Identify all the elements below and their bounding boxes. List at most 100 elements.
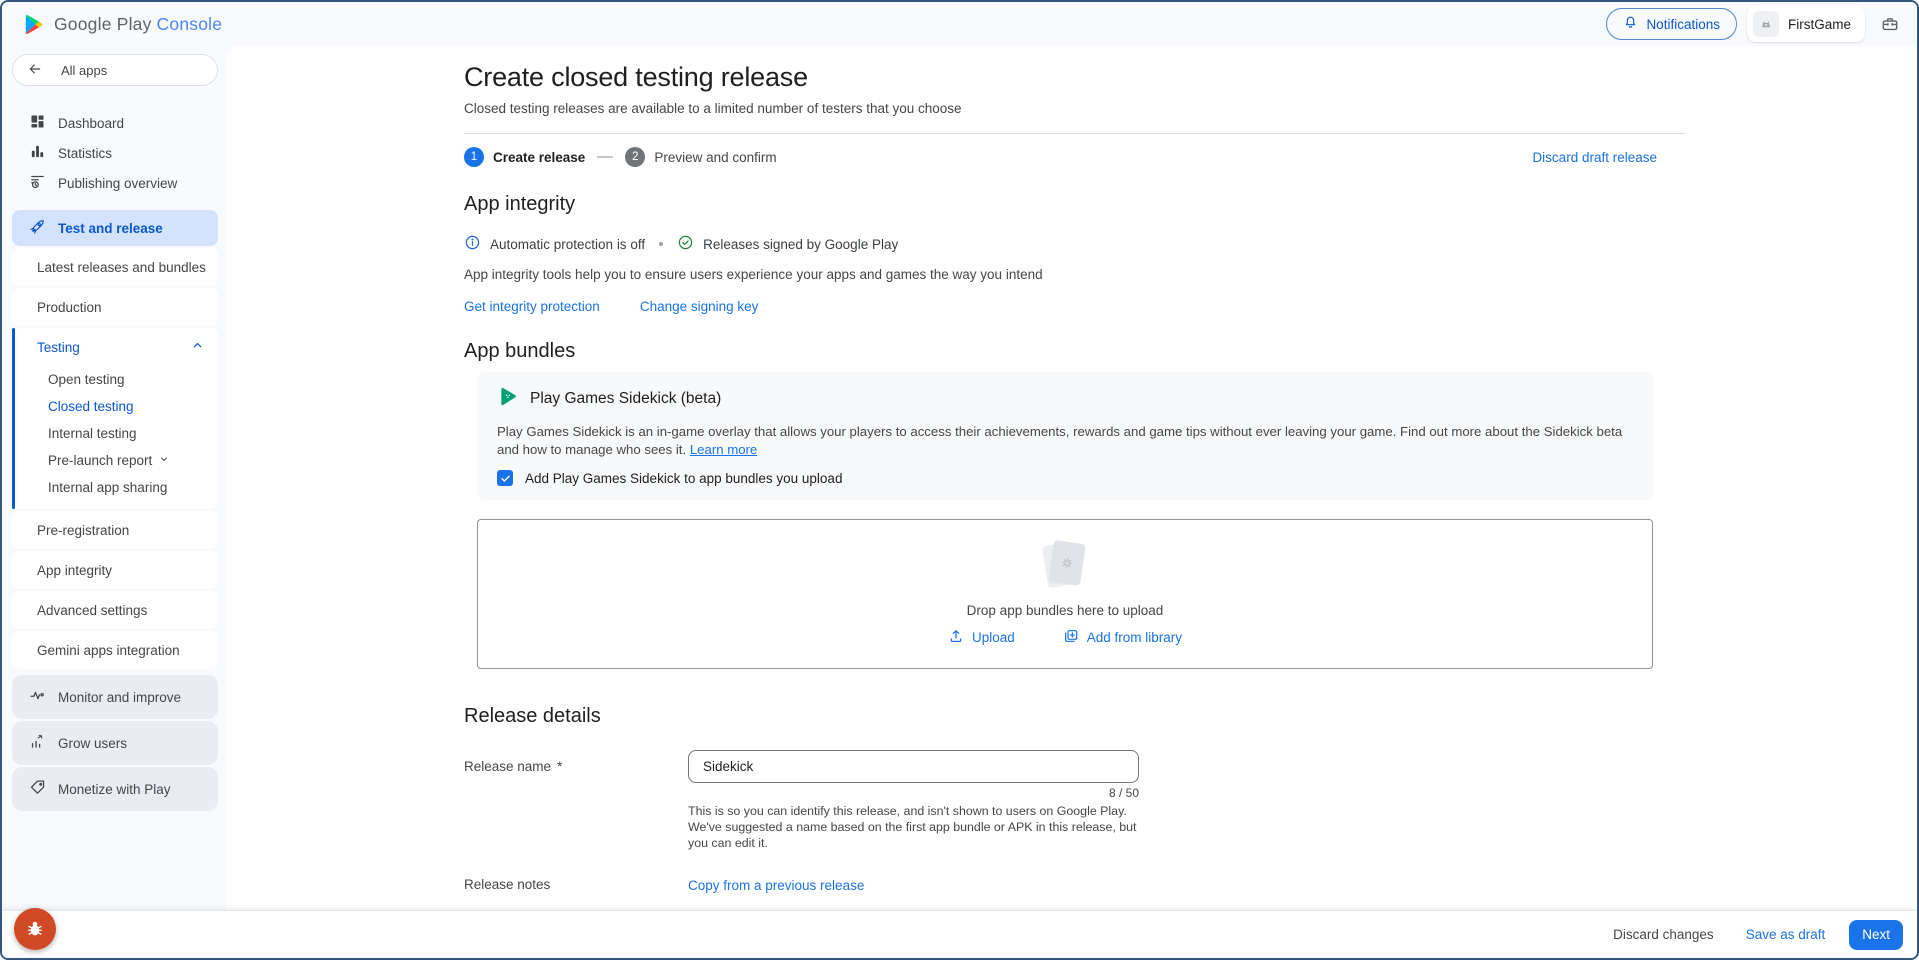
- sidebar-item-advanced-settings[interactable]: Advanced settings: [12, 591, 218, 629]
- sidebar-section-label: Monetize with Play: [58, 782, 171, 797]
- copy-from-previous-release-link[interactable]: Copy from a previous release: [688, 878, 864, 893]
- sidebar-item-label: Pre-launch report: [48, 453, 152, 468]
- statistics-icon: [29, 143, 46, 163]
- sidebar-section-monitor-and-improve[interactable]: Monitor and improve: [12, 675, 218, 719]
- sidebar-item-statistics[interactable]: Statistics: [12, 138, 218, 168]
- sidebar-item-label: Testing: [37, 340, 80, 355]
- sidebar-section-grow-users[interactable]: Grow users: [12, 721, 218, 765]
- sidebar-item-label: Internal app sharing: [48, 480, 167, 495]
- step-1-badge: 1: [464, 147, 484, 167]
- sidebar-item-label: Statistics: [58, 146, 112, 161]
- pulse-icon: [29, 687, 46, 707]
- brand[interactable]: Google PlayConsole: [22, 13, 222, 36]
- report-bug-fab[interactable]: [14, 908, 56, 950]
- sidebar-item-open-testing[interactable]: Open testing: [12, 366, 218, 393]
- sidebar-item-label: Publishing overview: [58, 176, 177, 191]
- all-apps-button[interactable]: All apps: [12, 54, 218, 86]
- sidekick-banner-card: Play Games Sidekick (beta) Play Games Si…: [477, 372, 1653, 500]
- brand-text: Google PlayConsole: [54, 14, 222, 35]
- sidebar-section-label: Grow users: [58, 736, 127, 751]
- sidebar-item-label: Pre-registration: [37, 523, 129, 538]
- sidebar-item-label: Dashboard: [58, 116, 124, 131]
- check-circle-icon: [677, 234, 694, 254]
- sidebar-item-dashboard[interactable]: Dashboard: [12, 108, 218, 138]
- sidebar-item-label: Advanced settings: [37, 603, 147, 618]
- sidebar-section-monetize-with-play[interactable]: Monetize with Play: [12, 767, 218, 811]
- add-from-library-label: Add from library: [1087, 630, 1182, 645]
- sidebar-item-label: Internal testing: [48, 426, 137, 441]
- price-tag-icon: [29, 779, 46, 799]
- sidebar-item-publishing-overview[interactable]: Publishing overview: [12, 168, 218, 198]
- step-2-label: Preview and confirm: [654, 150, 776, 165]
- status-text: Automatic protection is off: [490, 237, 645, 252]
- sidebar-item-production[interactable]: Production: [12, 288, 218, 326]
- change-signing-key-link[interactable]: Change signing key: [640, 299, 759, 314]
- upload-icon: [948, 628, 964, 647]
- all-apps-label: All apps: [61, 63, 107, 78]
- step-1-label: Create release: [493, 150, 585, 165]
- toolbox-icon[interactable]: [1875, 9, 1905, 39]
- get-integrity-protection-link[interactable]: Get integrity protection: [464, 299, 600, 314]
- app-integrity-heading: App integrity: [464, 191, 1685, 217]
- next-button[interactable]: Next: [1849, 920, 1903, 950]
- automatic-protection-status: Automatic protection is off: [464, 234, 645, 254]
- release-name-helper: This is so you can identify this release…: [688, 803, 1139, 851]
- sidebar-section-test-and-release[interactable]: Test and release: [12, 210, 218, 246]
- sidekick-description-text: Play Games Sidekick is an in-game overla…: [497, 424, 1622, 457]
- upload-label: Upload: [972, 630, 1015, 645]
- growth-chart-icon: [29, 733, 46, 753]
- release-name-row: Release name * 8 / 50 This is so you can…: [464, 750, 1685, 851]
- app-bundle-dropzone[interactable]: Drop app bundles here to upload Upload: [477, 519, 1653, 669]
- status-text: Releases signed by Google Play: [703, 237, 898, 252]
- learn-more-link[interactable]: Learn more: [690, 442, 757, 457]
- release-name-input[interactable]: [688, 750, 1139, 783]
- play-games-icon: [497, 386, 518, 412]
- sidebar-section-label: Test and release: [58, 221, 163, 236]
- upload-button[interactable]: Upload: [948, 628, 1015, 647]
- sidebar-item-app-integrity[interactable]: App integrity: [12, 551, 218, 589]
- sidebar-item-internal-app-sharing[interactable]: Internal app sharing: [12, 474, 218, 501]
- stepper: 1 Create release 2 Preview and confirm D…: [464, 147, 1685, 167]
- brand-console: Console: [157, 14, 223, 34]
- checkbox-checked[interactable]: [497, 470, 513, 486]
- step-2-badge: 2: [625, 147, 645, 167]
- info-icon: [464, 234, 481, 254]
- app-bundles-heading: App bundles: [464, 338, 1685, 364]
- rocket-icon: [29, 218, 46, 238]
- release-notes-label: Release notes: [464, 877, 688, 892]
- dropzone-text: Drop app bundles here to upload: [967, 603, 1164, 618]
- sidebar-item-gemini-apps-integration[interactable]: Gemini apps integration: [12, 631, 218, 669]
- back-arrow-icon: [27, 61, 43, 80]
- sidekick-checkbox-row[interactable]: Add Play Games Sidekick to app bundles y…: [497, 470, 1633, 486]
- header-divider: [464, 133, 1685, 134]
- library-icon: [1063, 628, 1079, 647]
- sidekick-description: Play Games Sidekick is an in-game overla…: [497, 423, 1633, 459]
- step-create-release: 1 Create release: [464, 147, 585, 167]
- top-bar-actions: Notifications FirstGame: [1606, 6, 1905, 42]
- sidebar-item-label: Production: [37, 300, 102, 315]
- dashboard-icon: [29, 113, 46, 133]
- save-as-draft-button[interactable]: Save as draft: [1746, 927, 1826, 942]
- sidebar-item-latest-releases[interactable]: Latest releases and bundles: [12, 248, 218, 286]
- signed-by-google-play-status: Releases signed by Google Play: [677, 234, 898, 254]
- sidebar-item-internal-testing[interactable]: Internal testing: [12, 420, 218, 447]
- add-from-library-button[interactable]: Add from library: [1063, 628, 1182, 647]
- sidebar-item-pre-registration[interactable]: Pre-registration: [12, 511, 218, 549]
- main-content: Create closed testing release Closed tes…: [226, 46, 1917, 910]
- app-integrity-status-row: Automatic protection is off Releases sig…: [464, 234, 1685, 254]
- sidebar-item-testing[interactable]: Testing: [12, 328, 218, 366]
- app-integrity-links: Get integrity protection Change signing …: [464, 299, 1685, 314]
- discard-draft-release-link[interactable]: Discard draft release: [1532, 150, 1657, 165]
- sidebar-item-pre-launch-report[interactable]: Pre-launch report: [12, 447, 218, 474]
- discard-changes-button[interactable]: Discard changes: [1613, 927, 1714, 942]
- sidebar-item-closed-testing[interactable]: Closed testing: [12, 393, 218, 420]
- notifications-button[interactable]: Notifications: [1606, 8, 1737, 40]
- app-switcher-chip[interactable]: FirstGame: [1747, 6, 1865, 42]
- sidebar-section-label: Monitor and improve: [58, 690, 181, 705]
- sidekick-title: Play Games Sidekick (beta): [530, 390, 721, 408]
- bottom-action-bar: Discard changes Save as draft Next: [2, 910, 1917, 958]
- active-group-indicator: [12, 328, 15, 509]
- notifications-label: Notifications: [1646, 17, 1720, 32]
- play-console-window: Google PlayConsole Notifications: [0, 0, 1919, 960]
- bell-icon: [1623, 15, 1638, 33]
